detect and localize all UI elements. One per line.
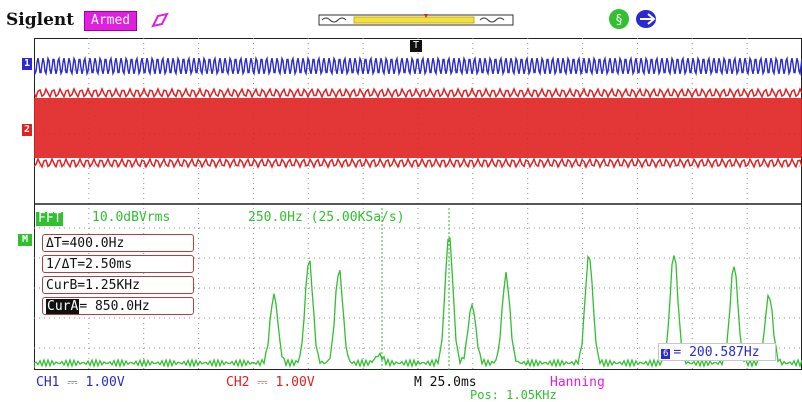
trigger-icon	[151, 12, 169, 28]
readout-tag: 6	[661, 349, 671, 359]
cursor-a-text: = 850.0Hz	[79, 299, 150, 314]
readout-value: = 200.587Hz	[673, 345, 760, 360]
top-status-bar: Siglent Armed §	[0, 0, 802, 36]
horizontal-position: Pos: 1.05KHz	[470, 388, 557, 402]
ch2-scale: CH2 ⎓ 1.00V	[226, 375, 315, 390]
fft-vertical-scale: 10.0dBVrms	[92, 210, 171, 225]
cursor-b-value: CurB=1.25KHz	[42, 276, 194, 294]
cursor-inverse: 1/ΔT=2.50ms	[42, 255, 194, 273]
timebase: M 25.0ms	[414, 375, 477, 390]
brand-logo: Siglent	[6, 10, 75, 30]
svg-text:§: §	[616, 13, 623, 28]
cursor-a-value: CurA= 850.0Hz	[42, 297, 194, 315]
fft-horizontal-scale: 250.0Hz (25.00KSa/s)	[248, 210, 405, 225]
fft-window: Hanning	[550, 375, 605, 390]
math-marker[interactable]: M	[18, 234, 32, 246]
waveform-grid	[34, 38, 802, 370]
acquisition-status: Armed	[84, 11, 138, 31]
ch1-marker[interactable]: 1	[22, 58, 32, 70]
usb-icon	[636, 10, 656, 28]
memory-depth-icon	[318, 14, 514, 26]
ch1-scale: CH1 ⎓ 1.00V	[36, 375, 125, 390]
cursor-readout: 6 = 200.587Hz	[658, 343, 776, 361]
fft-label: FFT	[36, 211, 64, 226]
trigger-position-marker[interactable]: T	[410, 40, 422, 52]
oscilloscope-screen: Siglent Armed § 1 2 M T FFT 10.0dBVrms 2…	[0, 0, 802, 402]
ok-status-icon: §	[609, 9, 629, 29]
ch2-band	[34, 98, 802, 158]
cursor-a-tag: CurA	[46, 299, 80, 314]
ch2-marker[interactable]: 2	[22, 124, 32, 136]
cursor-delta: ΔT=400.0Hz	[42, 234, 194, 252]
